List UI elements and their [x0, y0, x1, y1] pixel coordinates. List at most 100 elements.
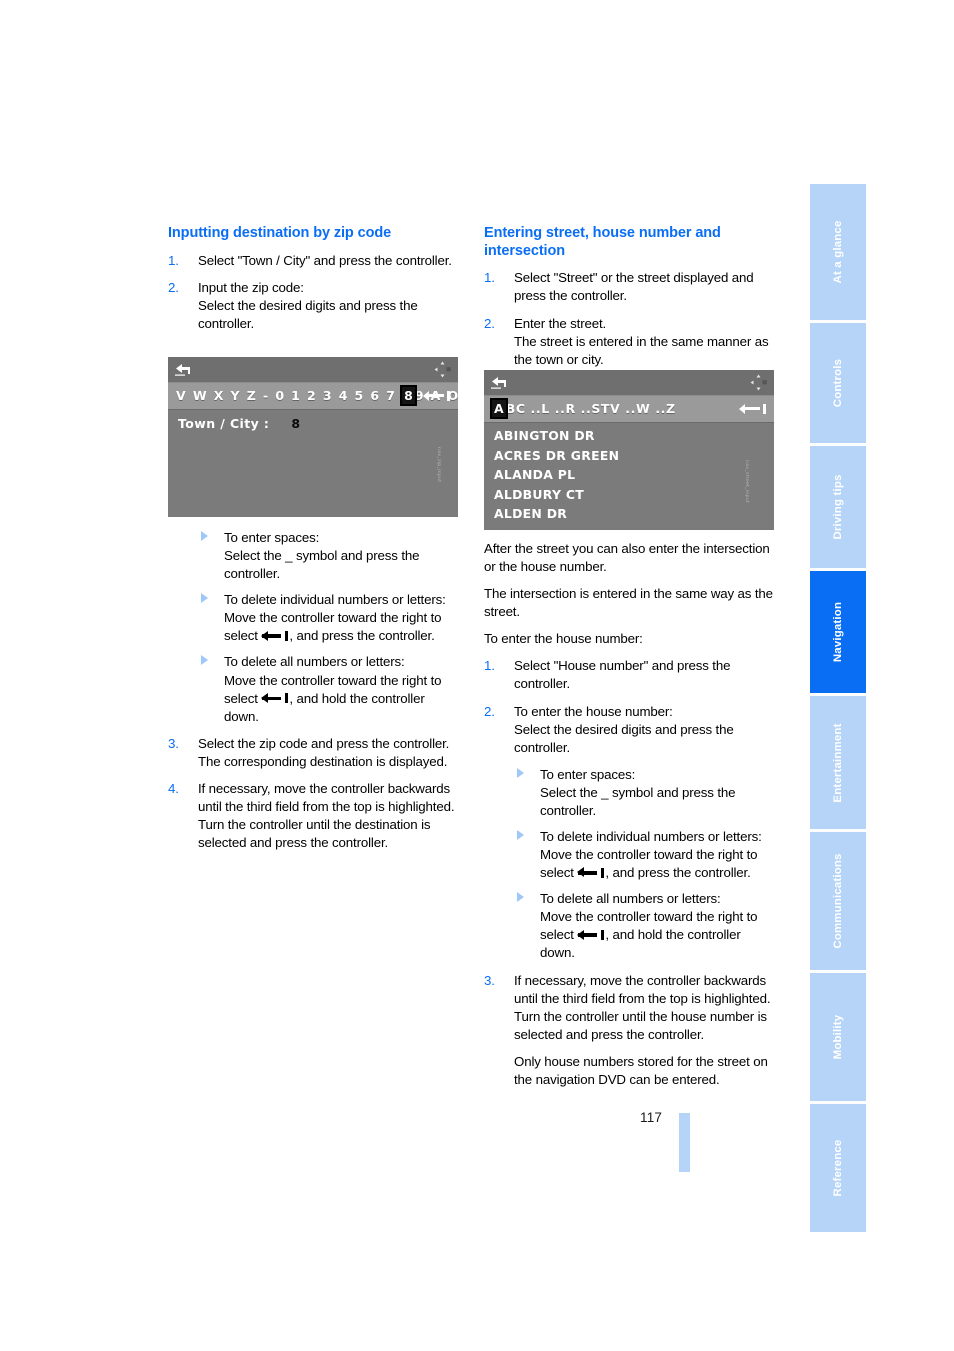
bullet-line1: To enter spaces:	[224, 530, 320, 545]
triangle-bullet-icon	[517, 767, 524, 778]
field-town-city[interactable]: Town / City : 8	[178, 416, 300, 431]
backspace-icon	[261, 630, 289, 641]
list-item: 2. To enter the house number: Select the…	[484, 703, 774, 757]
tab-at-a-glance[interactable]: At a glance	[810, 184, 866, 323]
tab-mobility[interactable]: Mobility	[810, 973, 866, 1104]
screen-body: Town / City : 8	[168, 410, 458, 517]
backspace-icon[interactable]	[739, 403, 766, 414]
tab-label: Reference	[832, 1139, 844, 1197]
paragraph: The intersection is entered in the same …	[484, 586, 773, 620]
list-item: To enter spaces: Select the _ symbol and…	[198, 529, 458, 583]
character-strip[interactable]: A BC ..L ..R ..STV ..W ..Z	[490, 398, 738, 419]
charstrip-selected-char[interactable]: A	[490, 398, 508, 419]
list-item: 1. Select "Street" or the street display…	[484, 269, 774, 305]
step-number: 1.	[168, 252, 179, 268]
list-item: To delete all numbers or letters: Move t…	[514, 890, 774, 962]
step-text: Select "House number" and press the cont…	[514, 658, 731, 692]
note-text: Only house numbers stored for the street…	[514, 1053, 768, 1087]
triangle-bullet-icon	[517, 892, 524, 903]
screen-topbar	[484, 370, 774, 396]
list-item: 2. Enter the street. The street is enter…	[484, 315, 774, 369]
page-marker-bar	[679, 1113, 690, 1172]
list-item[interactable]: ACRES DR GREEN	[494, 446, 619, 466]
step-text: Enter the street. The street is entered …	[514, 315, 769, 367]
triangle-bullet-icon	[201, 531, 208, 541]
step-number: 2.	[168, 279, 179, 295]
page-title-street: Entering street, house number and inters…	[484, 225, 721, 259]
compass-icon	[750, 374, 767, 391]
bullet-line1: To delete individual numbers or letters:	[540, 829, 762, 845]
list-item: To delete all numbers or letters: Move t…	[198, 653, 458, 725]
step-number: 1.	[484, 270, 495, 286]
page-number: 117	[640, 1110, 663, 1125]
navigation-screenshot-zip: V W X Y Z - 0 1 2 3 4 5 6 7 89 A O U Ä T…	[168, 357, 458, 517]
screen-topbar	[168, 357, 458, 383]
tab-label: Communications	[832, 853, 844, 949]
list-item: 4. If necessary, move the controller bac…	[168, 780, 458, 852]
step-text: If necessary, move the controller backwa…	[514, 972, 771, 1042]
bullet-line1: To delete all numbers or letters:	[224, 654, 405, 670]
list-item: 2. Input the zip code: Select the desire…	[168, 279, 458, 333]
tab-label: Mobility	[832, 1014, 844, 1060]
step-number: 4.	[168, 780, 179, 796]
list-item[interactable]: ALANDA PL	[494, 465, 619, 485]
figure-code: nav_zip_input	[435, 447, 441, 483]
bullet-line2: Select the _ symbol and press the contro…	[540, 784, 736, 818]
paragraph: After the street you can also enter the …	[484, 541, 770, 575]
backspace-icon[interactable]	[423, 390, 450, 401]
tab-label: Entertainment	[832, 722, 844, 803]
tab-driving-tips[interactable]: Driving tips	[810, 446, 866, 571]
backspace-icon	[261, 692, 289, 704]
chapter-tab-sidebar: At a glance Controls Driving tips Naviga…	[810, 184, 866, 1232]
list-item[interactable]: ABINGTON DR	[494, 426, 619, 446]
figure-code: nav_street_input	[743, 460, 749, 504]
step-number: 2.	[484, 703, 495, 719]
left-column-continued: To enter spaces: Select the _ symbol and…	[168, 520, 458, 861]
step-number: 2.	[484, 315, 495, 331]
triangle-bullet-icon	[201, 593, 208, 604]
back-arrow-icon	[491, 377, 506, 389]
navigation-screenshot-street: A BC ..L ..R ..STV ..W ..Z ABINGTON DR AC…	[484, 370, 774, 530]
tab-label: Navigation	[832, 601, 844, 663]
bullet-line2-post: , and press the controller.	[289, 628, 435, 644]
tab-controls[interactable]: Controls	[810, 323, 866, 446]
triangle-bullet-icon	[517, 830, 524, 841]
tab-label: Controls	[832, 358, 844, 408]
bullet-list-zip: To enter spaces: Select the _ symbol and…	[198, 529, 458, 726]
step-text: To enter the house number: Select the de…	[514, 703, 734, 755]
bullet-line2: Select the _ symbol and press the contro…	[224, 548, 420, 582]
bullet-line2-post: , and press the controller.	[605, 865, 751, 881]
screen-character-strip-row[interactable]: A BC ..L ..R ..STV ..W ..Z	[484, 396, 774, 423]
step-text: Select "Town / City" and press the contr…	[198, 252, 452, 268]
tab-entertainment[interactable]: Entertainment	[810, 696, 866, 832]
character-strip[interactable]: V W X Y Z - 0 1 2 3 4 5 6 7 89 A O U Ä	[176, 385, 458, 406]
back-arrow-icon	[175, 364, 190, 376]
list-item[interactable]: ALDEN DR	[494, 504, 619, 524]
screen-body: ABINGTON DR ACRES DR GREEN ALANDA PL ALD…	[484, 423, 774, 530]
step-number: 3.	[168, 735, 179, 751]
street-result-list[interactable]: ABINGTON DR ACRES DR GREEN ALANDA PL ALD…	[494, 426, 619, 524]
tab-label: At a glance	[832, 220, 844, 284]
list-item: To delete individual numbers or letters:…	[198, 591, 458, 645]
field-value: 8	[291, 416, 301, 431]
list-item[interactable]: ALDBURY CT	[494, 485, 619, 505]
list-item: To enter spaces: Select the _ symbol and…	[514, 766, 774, 820]
step-text: Input the zip code: Select the desired d…	[198, 279, 418, 331]
right-column: Entering street, house number and inters…	[484, 225, 774, 378]
tab-navigation[interactable]: Navigation	[810, 571, 866, 696]
charstrip-before: V W X Y Z - 0 1 2 3 4 5 6 7	[176, 388, 403, 403]
field-label: Town / City :	[178, 416, 270, 431]
left-column: Inputting destination by zip code 1. Sel…	[168, 225, 458, 342]
step-number: 1.	[484, 658, 495, 674]
screen-character-strip-row[interactable]: V W X Y Z - 0 1 2 3 4 5 6 7 89 A O U Ä	[168, 383, 458, 410]
step-text: If necessary, move the controller backwa…	[198, 780, 455, 851]
charstrip-selected-char[interactable]: 8	[400, 385, 417, 406]
backspace-icon	[577, 929, 605, 940]
step-text: Select "Street" or the street displayed …	[514, 270, 754, 304]
bullet-line1: To enter spaces:	[540, 766, 636, 782]
right-column-continued: After the street you can also enter the …	[484, 540, 774, 1098]
tab-reference[interactable]: Reference	[810, 1104, 866, 1232]
list-item: 3. Select the zip code and press the con…	[168, 735, 458, 771]
tab-communications[interactable]: Communications	[810, 832, 866, 973]
step-number: 3.	[484, 972, 495, 988]
